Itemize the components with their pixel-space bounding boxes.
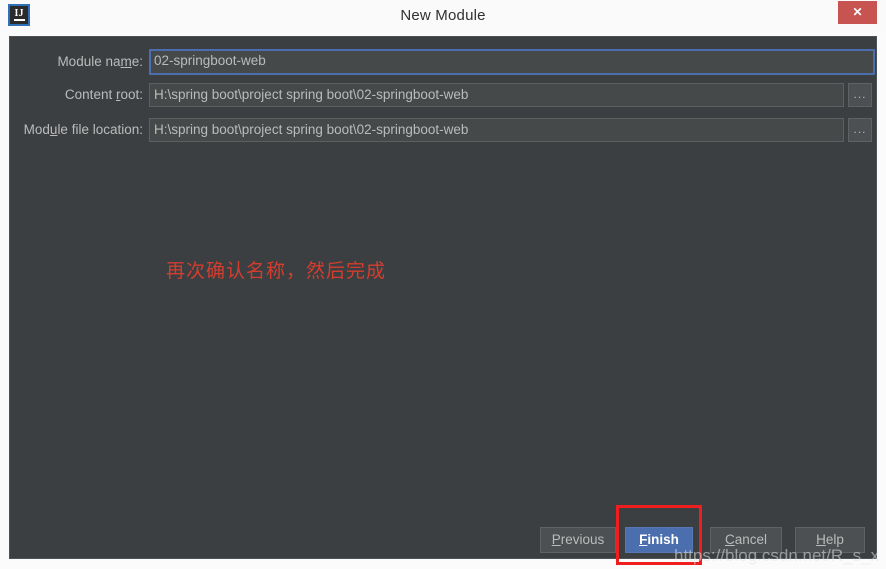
content-root-browse-button[interactable]: ... (848, 83, 872, 107)
close-icon[interactable]: ✕ (838, 1, 877, 24)
label-part-before: Mod (23, 122, 50, 137)
finish-button-label: inish (647, 532, 679, 547)
new-module-dialog: IJ New Module ✕ Module name: 02-springbo… (0, 0, 886, 569)
cancel-button-mnemonic: C (724, 532, 735, 547)
label-part-before: Content (64, 87, 116, 102)
help-button-mnemonic: H (816, 532, 826, 547)
module-name-input[interactable]: 02-springboot-web (149, 49, 875, 75)
form-row-content-root: Content root: (10, 83, 149, 107)
dialog-frame: Module name: 02-springboot-web Content r… (0, 31, 886, 569)
watermark: https://blog.csdn.net/R_s_x (674, 546, 880, 565)
content-root-input[interactable]: H:\spring boot\project spring boot\02-sp… (149, 83, 844, 107)
form-row-module-name: Module name: (10, 50, 149, 74)
content-root-label: Content root: (65, 83, 143, 107)
cancel-button-label: ancel (734, 532, 768, 547)
label-mnemonic: m (120, 54, 132, 69)
dialog-content: Module name: 02-springboot-web Content r… (9, 36, 879, 565)
previous-button[interactable]: Previous (540, 527, 616, 553)
previous-button-label: revious (560, 532, 605, 547)
annotation-note: 再次确认名称，然后完成 (166, 260, 387, 282)
module-file-location-label: Module file location: (24, 118, 143, 142)
module-file-location-browse-button[interactable]: ... (848, 118, 872, 142)
page-title: New Module (400, 7, 486, 24)
title-bar: IJ New Module ✕ (0, 0, 886, 32)
help-button-label: elp (825, 532, 844, 547)
label-part-before: Module na (57, 54, 121, 69)
module-file-location-input[interactable]: H:\spring boot\project spring boot\02-sp… (149, 118, 844, 142)
previous-button-mnemonic: P (551, 532, 561, 547)
label-part-after: le file location: (57, 122, 143, 137)
label-part-after: oot: (120, 87, 143, 102)
form-row-module-file-location: Module file location: (10, 118, 149, 142)
label-part-after: e: (131, 54, 143, 69)
module-name-label: Module name: (57, 50, 143, 74)
